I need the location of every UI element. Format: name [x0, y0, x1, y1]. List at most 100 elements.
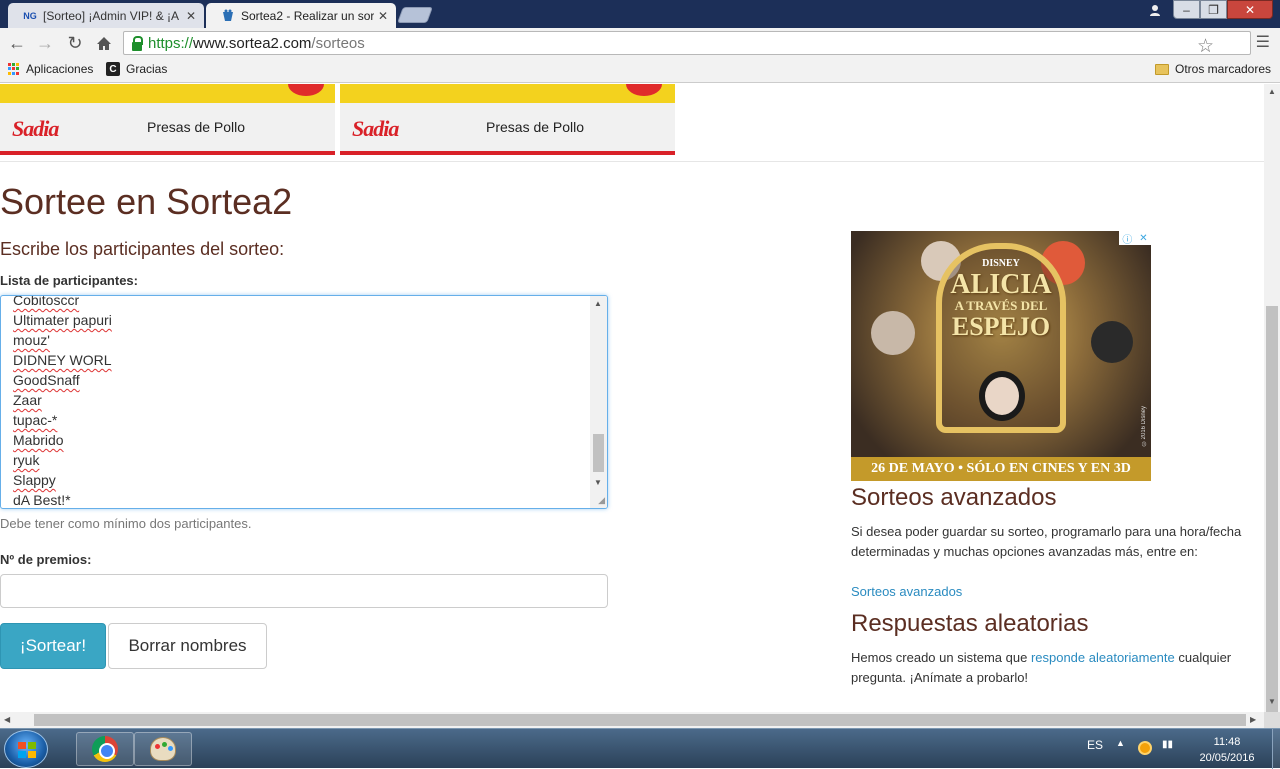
windows-taskbar: ES ▲ ▮▮ 11:48 20/05/2016: [0, 728, 1280, 769]
tab-sortea2[interactable]: Sortea2 - Realizar un sorte ✕: [206, 3, 396, 28]
minimize-button[interactable]: –: [1173, 0, 1200, 19]
apps-grid-icon: [8, 63, 20, 75]
c-favicon-icon: C: [106, 62, 120, 76]
scroll-up-icon[interactable]: ▲: [1268, 87, 1276, 96]
alice-movie-ad[interactable]: DISNEY ALICIA A TRAVÉS DEL ESPEJO ©2016 …: [851, 231, 1151, 481]
draw-button[interactable]: ¡Sortear!: [0, 623, 106, 669]
folder-icon: [1155, 63, 1169, 75]
section-subtitle: Escribe los participantes del sorteo:: [0, 239, 285, 259]
windows-logo-icon: [18, 742, 36, 758]
participant-entry: DIDNEY WORL: [13, 352, 112, 368]
close-tab-icon[interactable]: ✕: [378, 9, 388, 23]
tab-sorteo-admin[interactable]: NG [Sorteo] ¡Admin VIP! & ¡A ✕: [8, 3, 204, 28]
participant-entry: GoodSnaff: [13, 372, 80, 388]
resize-grip-icon[interactable]: ◢: [598, 495, 605, 506]
address-bar[interactable]: https://www.sortea2.com/sorteos ☆: [123, 31, 1251, 58]
mad-hatter-face: [979, 371, 1025, 421]
network-icon[interactable]: ▮▮: [1162, 739, 1173, 750]
bookmarks-bar: Aplicaciones C Gracias Otros marcadores: [0, 58, 1280, 83]
tray-app-icon[interactable]: [1138, 741, 1152, 755]
bookmark-apps[interactable]: Aplicaciones: [8, 62, 93, 76]
participant-entry: ryuk: [13, 452, 40, 468]
show-hidden-icons-icon[interactable]: ▲: [1116, 738, 1125, 748]
ng-favicon-icon: NG: [23, 10, 37, 21]
random-answers-text: Hemos creado un sistema que responde ale…: [851, 648, 1251, 688]
sadia-ad-2[interactable]: Sadia Presas de Pollo: [340, 84, 675, 155]
system-clock[interactable]: 11:48 20/05/2016: [1188, 734, 1266, 766]
clock-date: 20/05/2016: [1199, 752, 1255, 764]
page-vertical-scrollbar[interactable]: ▲ ▼: [1264, 84, 1280, 714]
adchoices-info-icon[interactable]: ⓘ: [1122, 231, 1132, 246]
ad-copyright: ©2016 Disney: [1141, 406, 1147, 446]
browser-toolbar: ← → ↻ https://www.sortea2.com/sorteos ☆ …: [0, 28, 1280, 58]
participant-entry: Slappy: [13, 472, 56, 488]
url-host: www.sortea2.com: [193, 34, 312, 52]
bookmark-star-icon[interactable]: ☆: [1197, 35, 1214, 58]
participant-entry: tupac-*: [13, 412, 58, 428]
bookmark-label: Aplicaciones: [26, 62, 94, 76]
bookmark-gracias[interactable]: C Gracias: [106, 62, 167, 76]
textarea-scrollbar[interactable]: ▲ ▼: [590, 296, 607, 508]
taskbar-paint[interactable]: [134, 732, 192, 766]
scroll-left-icon[interactable]: ◀: [4, 715, 10, 724]
scroll-thumb[interactable]: [34, 714, 1246, 726]
clock-time: 11:48: [1213, 736, 1241, 748]
reload-icon[interactable]: ↻: [64, 32, 86, 54]
advanced-draws-link[interactable]: Sorteos avanzados: [851, 582, 962, 602]
scroll-right-icon[interactable]: ▶: [1250, 715, 1256, 724]
clear-names-button[interactable]: Borrar nombres: [108, 623, 267, 669]
taskbar-chrome[interactable]: [76, 732, 134, 766]
participant-entry: Ultimater papuri: [13, 312, 112, 328]
ad-title-line1: ALICIA: [950, 268, 1052, 300]
ad-title: DISNEY ALICIA A TRAVÉS DEL ESPEJO: [851, 258, 1151, 341]
ad-image-strip: [0, 84, 335, 103]
prizes-label: Nº de premios:: [0, 552, 92, 567]
back-arrow-icon[interactable]: ←: [6, 32, 28, 54]
forward-arrow-icon[interactable]: →: [34, 32, 56, 54]
sadia-ad-1[interactable]: Sadia Presas de Pollo: [0, 84, 335, 155]
adchoices[interactable]: ⓘ ✕: [1119, 231, 1151, 246]
language-indicator[interactable]: ES: [1087, 738, 1103, 752]
prizes-input[interactable]: [0, 574, 608, 608]
participants-textarea[interactable]: Cobitosccr Ultimater papuri mouz' DIDNEY WO…: [0, 295, 608, 509]
participant-entry: dA Best!*: [13, 492, 71, 508]
user-icon[interactable]: [1142, 0, 1168, 19]
other-bookmarks[interactable]: Otros marcadores: [1155, 62, 1271, 76]
scroll-down-icon[interactable]: ▼: [1268, 697, 1276, 706]
ad-label: Presas de Pollo: [147, 119, 246, 135]
sadia-logo: Sadia: [352, 116, 399, 141]
home-icon[interactable]: [93, 32, 115, 54]
show-desktop-button[interactable]: [1272, 729, 1280, 769]
scroll-up-icon[interactable]: ▲: [594, 299, 602, 308]
bookmark-label: Gracias: [126, 62, 168, 76]
close-tab-icon[interactable]: ✕: [186, 9, 196, 23]
random-answers-link[interactable]: responde aleatoriamente: [1031, 650, 1175, 665]
participant-entry: mouz': [13, 332, 50, 348]
ad-label: Presas de Pollo: [486, 119, 585, 135]
adchoices-close-icon[interactable]: ✕: [1139, 233, 1147, 244]
start-button[interactable]: [4, 730, 48, 768]
scroll-down-icon[interactable]: ▼: [594, 478, 602, 487]
scroll-thumb[interactable]: [593, 434, 604, 472]
participants-label: Lista de participantes:: [0, 273, 138, 288]
participants-list: Cobitosccr Ultimater papuri mouz' DIDNEY WO…: [13, 296, 112, 508]
menu-icon[interactable]: ☰: [1256, 32, 1270, 52]
page-horizontal-scrollbar[interactable]: ◀ ▶: [0, 712, 1264, 728]
paint-icon: [150, 737, 176, 761]
divider: [0, 161, 1264, 162]
other-bookmarks-label: Otros marcadores: [1175, 62, 1272, 76]
new-tab-button[interactable]: [397, 7, 433, 23]
maximize-button[interactable]: ❐: [1200, 0, 1227, 19]
page-title: Sortee en Sortea2: [0, 181, 293, 222]
ad-brand: DISNEY: [982, 258, 1020, 269]
random-text-before: Hemos creado un sistema que: [851, 650, 1031, 665]
ad-banner: 26 DE MAYO • SÓLO EN CINES Y EN 3D: [851, 457, 1151, 481]
tab-title: [Sorteo] ¡Admin VIP! & ¡A: [43, 8, 180, 23]
close-window-button[interactable]: ✕: [1227, 0, 1273, 19]
participants-help: Debe tener como mínimo dos participantes…: [0, 516, 252, 531]
url-scheme: https://: [148, 34, 194, 52]
participant-entry: Mabrido: [13, 432, 64, 448]
ad-title-line3: ESPEJO: [951, 311, 1051, 341]
scroll-thumb[interactable]: [1266, 306, 1278, 714]
ad-title-line2: A TRAVÉS DEL: [954, 297, 1048, 313]
